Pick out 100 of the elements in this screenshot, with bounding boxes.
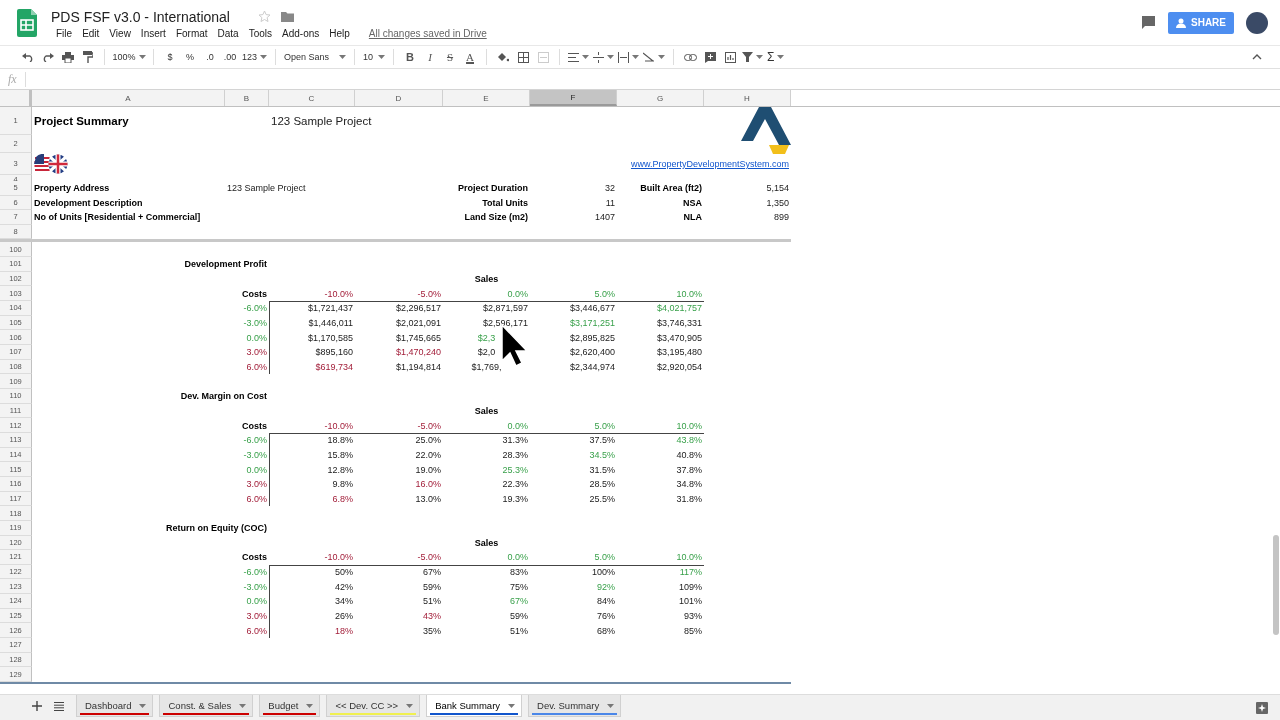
save-status-link[interactable]: All changes saved in Drive (368, 27, 487, 39)
cell-text: 123 Sample Project (227, 183, 306, 194)
cell-text: 31.5% (589, 464, 615, 475)
website-link[interactable]: www.PropertyDevelopmentSystem.com (630, 159, 789, 169)
sheet-tab[interactable]: Dashboard (76, 695, 154, 718)
avatar[interactable] (1246, 11, 1268, 34)
sheet-tab[interactable]: Const. & Sales (159, 695, 254, 718)
cell-text: 31.8% (676, 493, 702, 504)
cell-text: 32 (605, 183, 615, 194)
rotate-icon (643, 52, 656, 62)
cell-text: 6.0% (246, 493, 267, 504)
sheet-list-icon[interactable] (54, 701, 64, 711)
caret-icon (339, 55, 347, 59)
cell-text: 100% (591, 567, 615, 578)
sheets-logo-icon[interactable] (17, 8, 37, 37)
scrollbar-thumb[interactable] (1273, 535, 1279, 635)
cell-text: 34.5% (589, 449, 615, 460)
explore-icon[interactable] (1256, 702, 1268, 714)
caret-icon (658, 55, 666, 59)
cell-text: $2,0 (477, 347, 496, 358)
vertical-align-icon (593, 51, 605, 63)
cell-text: 67% (510, 596, 528, 607)
cell-text: $1,446,011 (308, 318, 353, 328)
cell-text: 109% (678, 581, 702, 592)
merge-icon (537, 51, 549, 63)
comment-icon[interactable] (1141, 15, 1156, 30)
cell-text: $2,021,091 (395, 318, 441, 328)
folder-icon[interactable] (280, 11, 294, 22)
paint-roller-icon (83, 51, 93, 63)
menu-item[interactable]: File (51, 27, 78, 39)
cell-text: Costs (242, 420, 267, 431)
borders-icon (517, 51, 529, 63)
cell-text: Project Summary (34, 115, 129, 127)
cell-text: $1,194,814 (395, 361, 441, 372)
column-header[interactable]: G (617, 90, 704, 106)
zoom-dropdown[interactable]: 100% (111, 47, 147, 67)
cell-text: $2,344,974 (569, 361, 615, 372)
cell-text: Total Units (482, 197, 528, 208)
text-style-button[interactable]: I (420, 47, 441, 67)
cell-text: NLA (683, 212, 702, 223)
cell-text: 1407 (594, 212, 615, 223)
cell-text: 19.3% (502, 493, 528, 504)
menu-item[interactable]: Edit (77, 27, 105, 39)
caret-icon (139, 703, 147, 708)
filter-icon (742, 52, 754, 62)
column-header[interactable]: A (32, 90, 225, 106)
cell-text: Land Size (m2) (464, 212, 528, 223)
star-icon[interactable] (257, 10, 271, 23)
cell-text: 26% (335, 611, 353, 622)
menu-item[interactable]: Help (324, 27, 355, 39)
cell-text: $2,871,597 (482, 303, 528, 314)
menu-item[interactable]: Format (170, 27, 213, 39)
wrap-icon (618, 51, 630, 63)
menu-item[interactable]: Add-ons (277, 27, 325, 39)
sheet-tab[interactable]: Bank Summary (426, 695, 523, 718)
menu-item[interactable]: View (104, 27, 136, 39)
column-header[interactable]: D (355, 90, 443, 106)
column-header[interactable]: C (269, 90, 355, 106)
collapse-icon[interactable] (1252, 54, 1262, 60)
menu-item[interactable]: Tools (243, 27, 278, 39)
cell-text: 5,154 (766, 183, 789, 194)
add-sheet-icon[interactable] (32, 701, 42, 712)
cell-text: 899 (773, 212, 789, 223)
column-header[interactable]: E (443, 90, 530, 106)
cell-text: $4,021,757 (656, 303, 702, 314)
cell-text: Sales (474, 537, 499, 548)
cell-text: 0.0% (246, 332, 267, 343)
sheet-tab[interactable]: Dev. Summary (528, 695, 622, 718)
cell-text: $2,596,171 (482, 318, 528, 328)
column-header[interactable]: F (530, 90, 617, 106)
cell-text: -3.0% (243, 318, 267, 328)
number-format-button[interactable]: .0 (200, 47, 220, 67)
text-style-button[interactable]: A (460, 47, 481, 67)
cell-text: 93% (684, 611, 702, 622)
cell-text: 28.3% (502, 449, 528, 460)
person-icon (1176, 17, 1186, 28)
print-icon (62, 51, 74, 63)
column-header[interactable]: B (225, 90, 269, 106)
column-header[interactable]: H (704, 90, 791, 106)
functions-button[interactable]: Σ (765, 47, 787, 67)
number-format-button[interactable]: $ (160, 47, 180, 67)
logo-icon (739, 107, 791, 155)
number-format-button[interactable]: % (180, 47, 200, 67)
cell-text: -6.0% (243, 567, 267, 578)
sheet-tab[interactable]: << Dev. CC >> (326, 695, 421, 718)
number-format-button[interactable]: 123 (240, 47, 270, 67)
number-format-button[interactable]: .00 (220, 47, 240, 67)
text-style-button[interactable]: S (440, 47, 461, 67)
text-style-button[interactable]: B (400, 47, 421, 67)
document-title[interactable]: PDS FSF v3.0 - International (51, 8, 230, 25)
sheet-tab[interactable]: Budget (259, 695, 321, 718)
font-size-dropdown[interactable]: 10 (361, 47, 388, 67)
cell-text: 0.0% (507, 288, 528, 299)
cell-text: 25.0% (415, 435, 441, 446)
cell-text: 0.0% (246, 464, 267, 475)
menu-item[interactable]: Insert (135, 27, 171, 39)
cell-text: 3.0% (246, 611, 267, 622)
font-dropdown[interactable]: Open Sans (282, 47, 349, 67)
cell-text: Property Address (34, 183, 110, 194)
menu-item[interactable]: Data (212, 27, 244, 39)
